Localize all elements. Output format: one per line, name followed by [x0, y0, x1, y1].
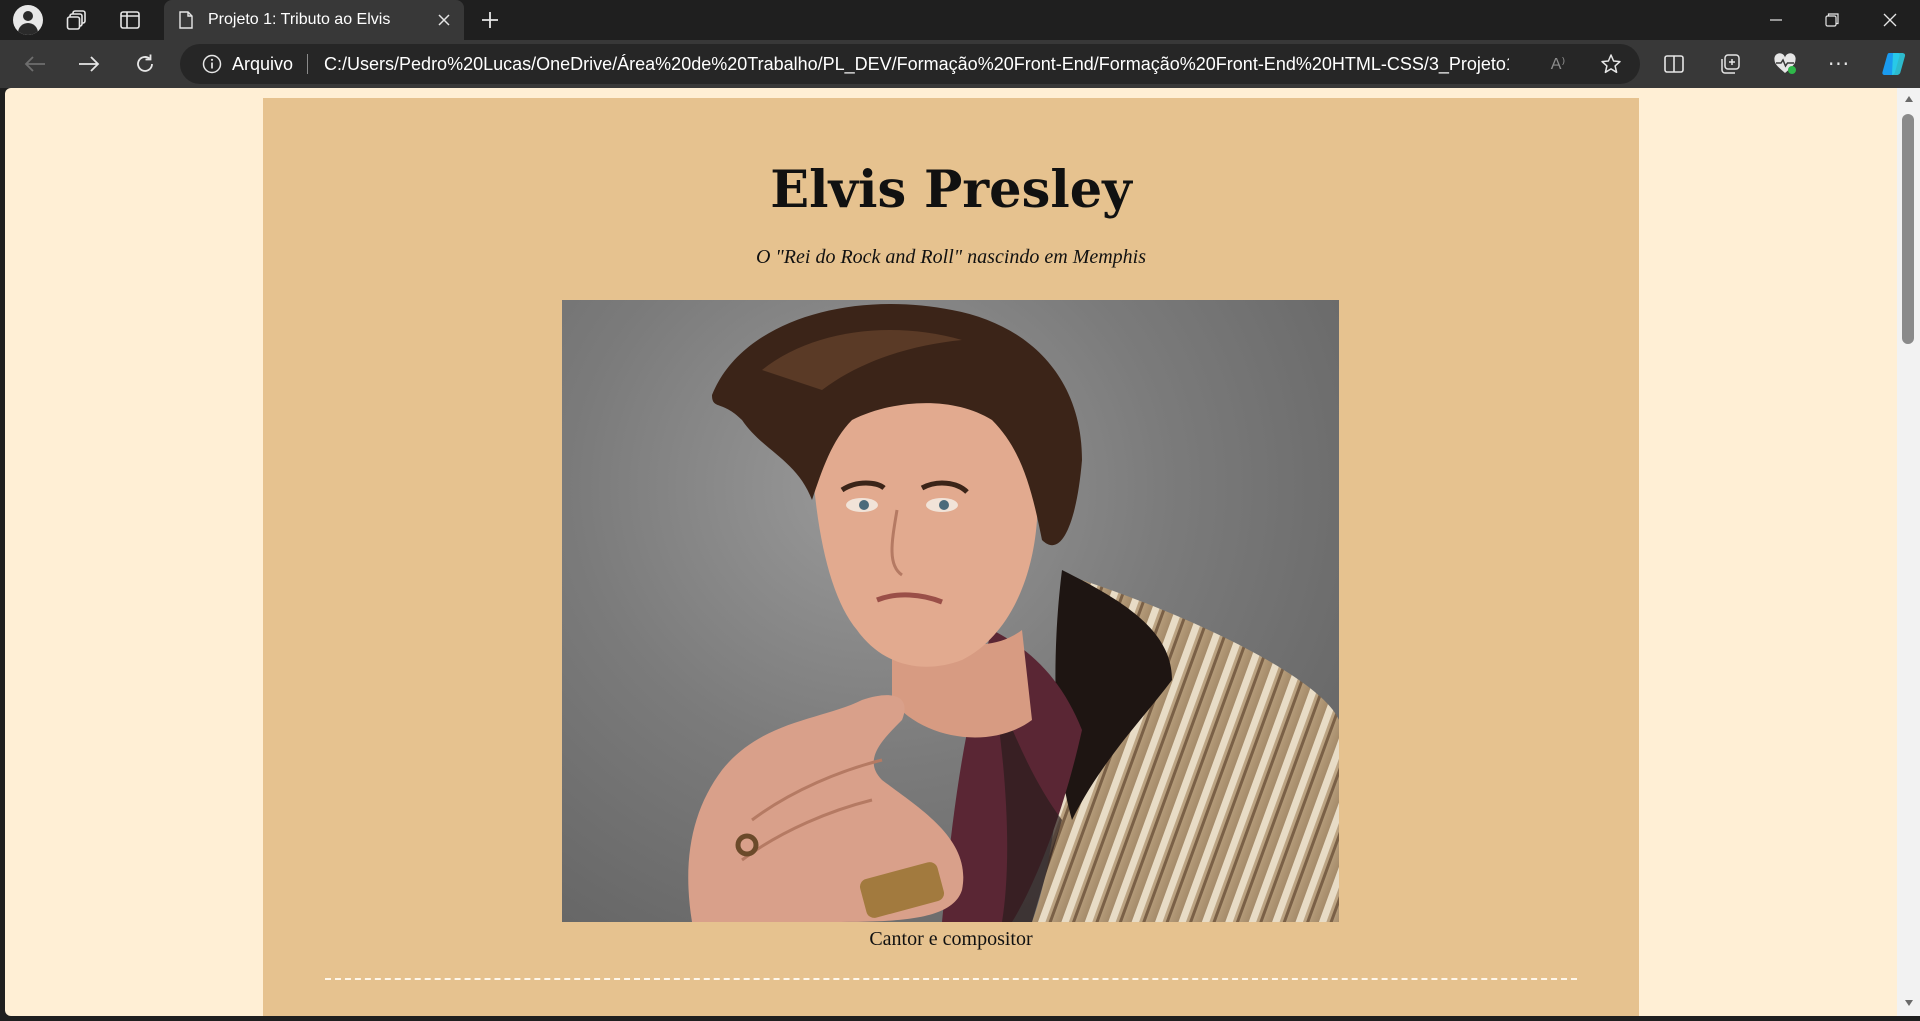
- close-icon: [1883, 13, 1897, 27]
- reload-icon: [137, 54, 153, 72]
- portrait-illustration: [688, 303, 1339, 922]
- minimize-icon: [1770, 19, 1782, 21]
- scroll-down-button[interactable]: [1897, 994, 1920, 1012]
- workspaces-icon: [66, 10, 86, 30]
- copilot-button[interactable]: [1877, 48, 1911, 80]
- address-separator: [307, 54, 309, 74]
- page-title: Elvis Presley: [770, 160, 1132, 220]
- toolbar: Arquivo C:/Users/Pedro%20Lucas/OneDrive/…: [0, 40, 1920, 88]
- split-screen-icon: [1664, 55, 1684, 73]
- elvis-portrait-image: [562, 300, 1339, 922]
- close-icon: [438, 14, 450, 26]
- new-tab-button[interactable]: [474, 4, 506, 36]
- close-window-button[interactable]: [1862, 0, 1918, 40]
- forward-arrow-icon: [79, 56, 100, 72]
- restore-icon: [1825, 13, 1839, 27]
- tab-title: Projeto 1: Tributo ao Elvis: [208, 11, 391, 28]
- page-subtitle: O "Rei do Rock and Roll" nascindo em Mem…: [755, 246, 1147, 268]
- minimize-button[interactable]: [1748, 0, 1804, 40]
- reload-button[interactable]: [128, 48, 162, 80]
- back-arrow-icon: [24, 56, 45, 72]
- browser-essentials-button[interactable]: [1768, 48, 1802, 80]
- workspaces-button[interactable]: [61, 4, 93, 36]
- forward-button[interactable]: [72, 48, 106, 80]
- tab-close-button[interactable]: [434, 10, 454, 30]
- star-icon: [1601, 54, 1621, 74]
- vertical-tabs-icon: [120, 11, 140, 29]
- page-viewport: Elvis Presley O "Rei do Rock and Roll" n…: [5, 88, 1897, 1016]
- collections-button[interactable]: [1713, 48, 1747, 80]
- main-content: Elvis Presley O "Rei do Rock and Roll" n…: [263, 98, 1639, 1016]
- collections-icon: [1721, 54, 1740, 74]
- url-text[interactable]: C:/Users/Pedro%20Lucas/OneDrive/Área%20d…: [324, 54, 1509, 75]
- more-icon: ···: [1827, 52, 1851, 76]
- triangle-up-icon: [1904, 96, 1913, 102]
- address-bar[interactable]: Arquivo C:/Users/Pedro%20Lucas/OneDrive/…: [180, 44, 1640, 84]
- tab-actions-button[interactable]: [114, 4, 146, 36]
- read-aloud-button[interactable]: A⁾: [1545, 52, 1571, 76]
- dashed-divider: [325, 978, 1577, 980]
- settings-and-more-button[interactable]: ···: [1822, 48, 1856, 80]
- back-button[interactable]: [18, 48, 52, 80]
- restore-button[interactable]: [1804, 0, 1860, 40]
- triangle-down-icon: [1904, 1000, 1913, 1006]
- read-aloud-icon: A⁾: [1550, 56, 1566, 73]
- vertical-scrollbar[interactable]: [1897, 88, 1920, 1016]
- heart-pulse-icon: [1774, 53, 1796, 74]
- page-icon: [178, 10, 194, 30]
- image-caption: Cantor e compositor: [869, 928, 1033, 950]
- active-tab[interactable]: Projeto 1: Tributo ao Elvis: [164, 0, 464, 40]
- copilot-icon: [1882, 53, 1906, 75]
- split-screen-button[interactable]: [1657, 48, 1691, 80]
- scroll-up-button[interactable]: [1897, 90, 1920, 108]
- profile-avatar-icon: [13, 5, 43, 35]
- file-scheme-label: Arquivo: [232, 53, 294, 74]
- info-icon[interactable]: [202, 54, 222, 74]
- scrollbar-thumb[interactable]: [1902, 114, 1914, 344]
- plus-icon: [482, 12, 498, 28]
- tab-strip: Projeto 1: Tributo ao Elvis: [0, 0, 1920, 40]
- add-favorite-button[interactable]: [1598, 52, 1624, 76]
- profile-button[interactable]: [12, 4, 44, 36]
